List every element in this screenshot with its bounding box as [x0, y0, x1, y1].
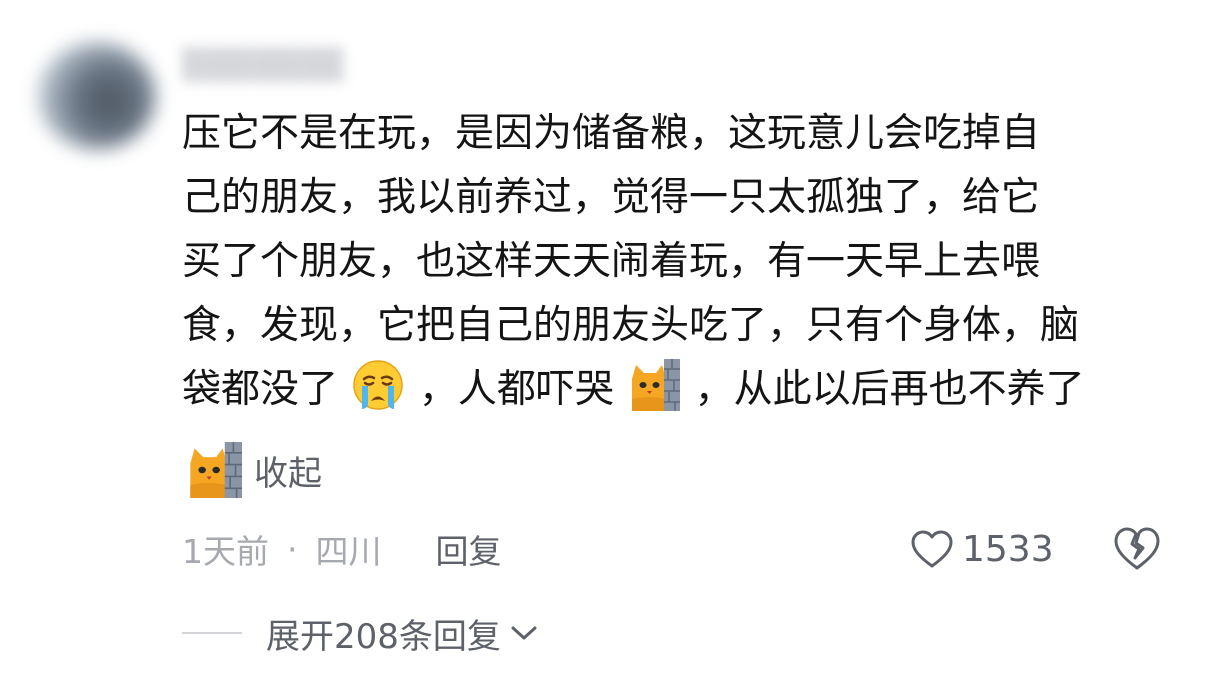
crying-face-emoji [353, 360, 404, 410]
comment-fragment: 袋都没了 [182, 367, 339, 412]
comment-fragment: ，人都吓哭 [418, 367, 614, 412]
like-button[interactable]: 1533 [910, 522, 1054, 576]
expand-replies-label[interactable]: 展开208条回复 [266, 609, 501, 658]
comment-line: 己的朋友，我以前养过，觉得一只太孤独了，给它 [182, 175, 1041, 220]
comment-text: 压它不是在玩，是因为储备粮，这玩意儿会吃掉自 己的朋友，我以前养过，觉得一只太孤… [182, 102, 1182, 422]
username-blurred[interactable]: ▒▒▒▒▒▒▒ [182, 48, 344, 83]
comment-line: 食，发现，它把自己的朋友头吃了，只有个身体，脑 [182, 303, 1080, 348]
reply-button[interactable]: 回复 [436, 525, 502, 573]
comment-card: ▒▒▒▒▒▒▒ 压它不是在玩，是因为储备粮，这玩意儿会吃掉自 己的朋友，我以前养… [0, 0, 1220, 674]
comment-line: 买了个朋友，也这样天天闹着玩，有一天早上去喂 [182, 239, 1041, 284]
meta-separator: · [287, 529, 298, 569]
comment-location: 四川 [315, 532, 382, 571]
comment-line: 压它不是在玩，是因为储备粮，这玩意儿会吃掉自 [182, 111, 1041, 156]
comment-fragment: ，从此以后再也不养了 [694, 367, 1085, 412]
collapse-label[interactable]: 收起 [254, 446, 322, 495]
heart-outline-icon [911, 530, 953, 568]
comment-line-last: 袋都没了 ，人都吓哭 ，从此以后再也不养了 [182, 358, 1182, 422]
avatar[interactable] [38, 42, 156, 150]
cat-behind-wall-emoji [186, 442, 242, 498]
broken-heart-icon[interactable] [1112, 524, 1162, 574]
cat-behind-wall-emoji [628, 359, 681, 411]
expand-replies-button[interactable]: 展开208条回复 [182, 606, 539, 660]
divider [182, 632, 242, 634]
chevron-down-icon [511, 626, 537, 640]
comment-time: 1天前 [182, 532, 269, 571]
like-count: 1533 [962, 528, 1054, 570]
collapse-button[interactable]: 收起 [186, 440, 322, 500]
